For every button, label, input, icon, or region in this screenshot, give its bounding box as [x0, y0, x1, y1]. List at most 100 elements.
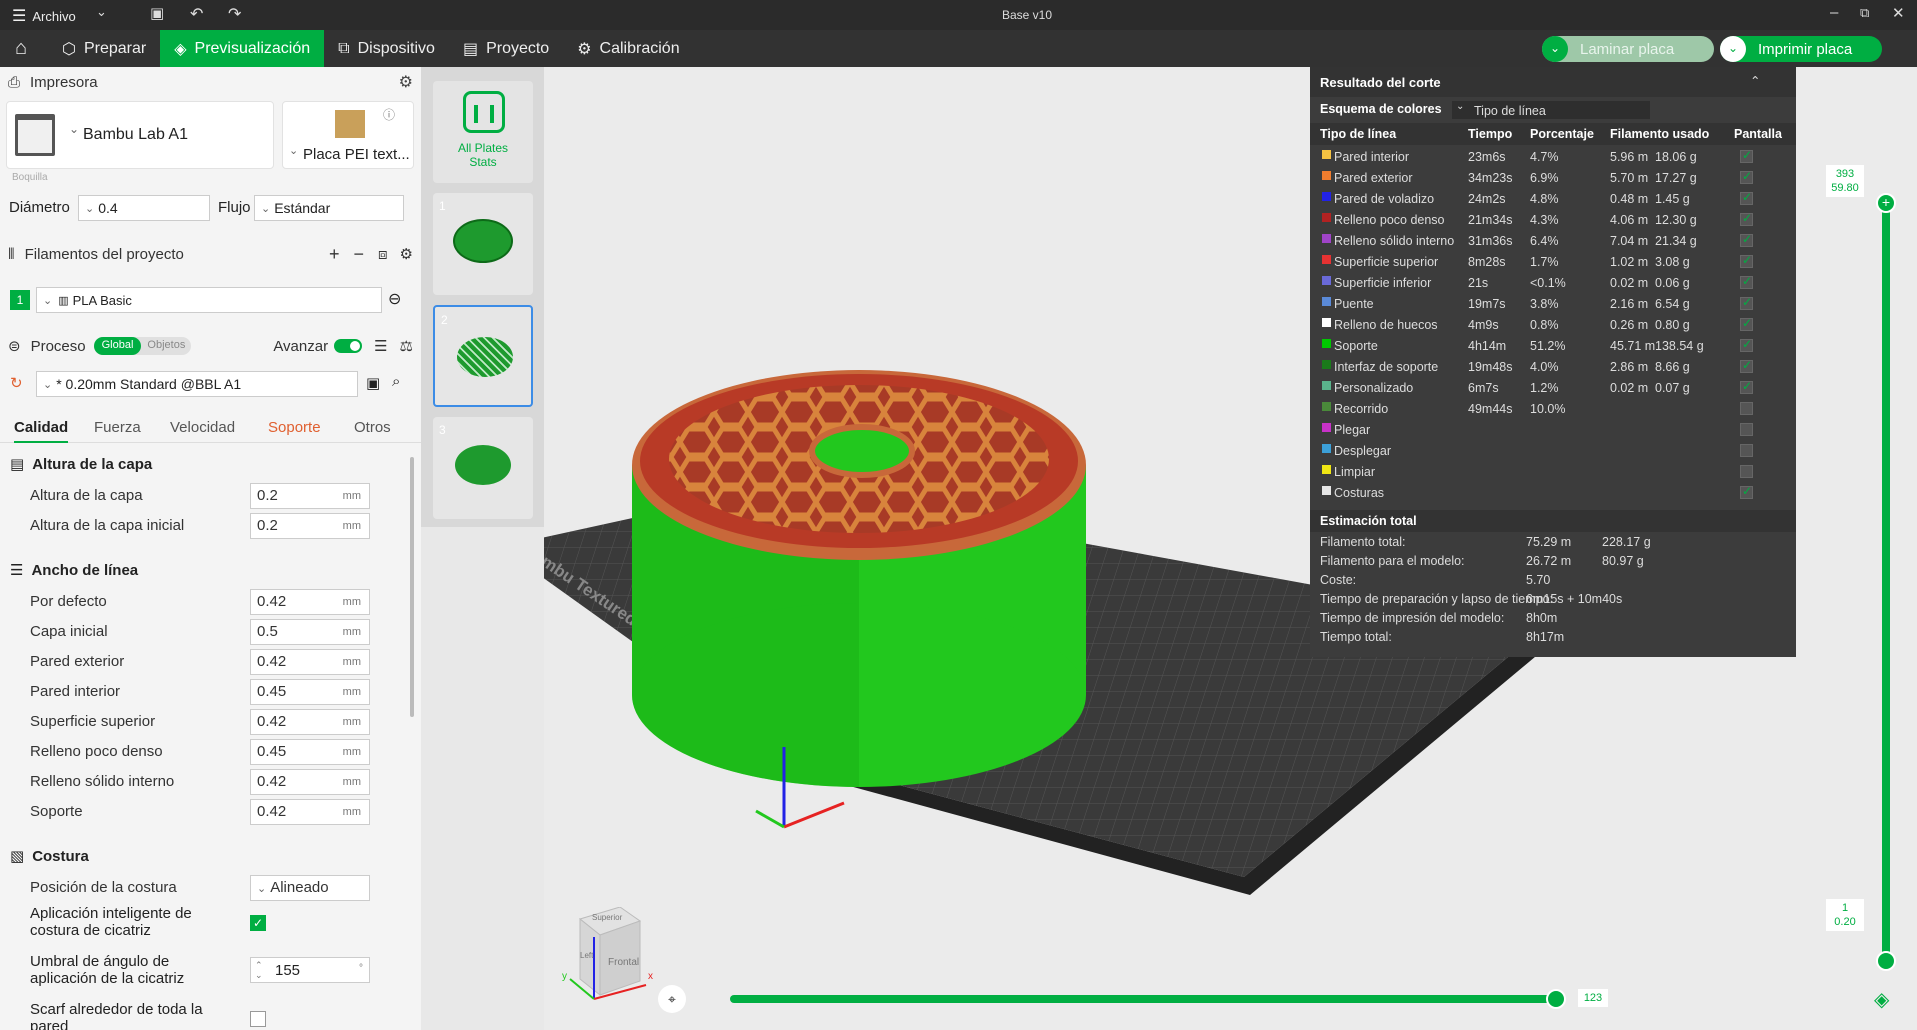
remove-filament-icon[interactable]: −	[353, 244, 364, 265]
tab-project[interactable]: ▤ Proyecto	[449, 30, 563, 67]
gear-icon[interactable]: ⚙	[399, 72, 413, 92]
display-checkbox[interactable]	[1740, 148, 1753, 163]
view-cube[interactable]: Superior Left Frontal y x	[560, 906, 660, 1007]
scarf-angle-input[interactable]: ⌃ ⌄ 155 °	[250, 957, 370, 983]
display-checkbox[interactable]	[1740, 190, 1753, 205]
save-profile-icon[interactable]: ▣	[366, 374, 380, 392]
checkbox-checked[interactable]: ✓	[250, 915, 266, 931]
file-menu[interactable]: ☰ Archivo	[12, 6, 76, 26]
display-checkbox[interactable]	[1740, 295, 1753, 310]
print-plate-button[interactable]: ⌄ Imprimir placa	[1720, 36, 1882, 62]
param-input[interactable]: 0.42 mm	[250, 649, 370, 675]
toggle-objects[interactable]: Objetos	[141, 337, 191, 355]
display-checkbox[interactable]	[1740, 253, 1753, 268]
gear-icon[interactable]: ⚙	[400, 245, 413, 263]
layers-toggle-icon[interactable]: ◈	[1874, 987, 1889, 1012]
plate-thumbnail-2[interactable]: 2	[433, 305, 533, 407]
seam-position-select[interactable]: ⌄ Alineado	[250, 875, 370, 901]
display-checkbox[interactable]	[1740, 402, 1753, 415]
printer-selector[interactable]: ⌄ Bambu Lab A1	[6, 101, 274, 169]
view-cube-top-label[interactable]: Superior	[592, 913, 622, 922]
display-checkbox[interactable]	[1740, 211, 1753, 226]
layer-slider-bottom-knob[interactable]	[1876, 951, 1896, 971]
save-icon[interactable]: ▣	[150, 4, 164, 22]
display-checkbox[interactable]	[1740, 337, 1753, 352]
view-cube-left-label[interactable]: Left	[580, 951, 593, 960]
toggle-global[interactable]: Global	[93, 337, 142, 355]
display-checkbox[interactable]	[1740, 169, 1753, 184]
tab-preview[interactable]: ◈ Previsualización	[160, 30, 325, 67]
display-checkbox[interactable]	[1740, 316, 1753, 331]
minimize-icon[interactable]: –	[1830, 4, 1838, 21]
chevron-down-icon[interactable]: ⌄	[96, 4, 107, 20]
display-checkbox[interactable]	[1740, 465, 1753, 478]
color-swatch	[1322, 276, 1331, 285]
display-checkbox[interactable]	[1740, 444, 1753, 457]
home-icon[interactable]: ⌂	[0, 37, 42, 60]
filament-select[interactable]: ⌄ ▥ PLA Basic	[36, 287, 382, 313]
line-type-name: Puente	[1334, 297, 1374, 311]
plate-thumbnail-1[interactable]: 1	[433, 193, 533, 295]
chevron-down-icon: ⌄	[85, 202, 95, 215]
param-input[interactable]: 0.42 mm	[250, 799, 370, 825]
fit-view-button[interactable]: ⌖	[658, 985, 686, 1013]
checkbox-unchecked[interactable]	[250, 1011, 266, 1027]
slice-plate-button[interactable]: ⌄ Laminar placa	[1542, 36, 1714, 62]
plate-thumbnail-3[interactable]: 3	[433, 417, 533, 519]
tab-support[interactable]: Soporte	[268, 419, 321, 436]
display-checkbox[interactable]	[1740, 379, 1753, 394]
filament-options-icon[interactable]: ⊖	[388, 289, 401, 309]
filament-row[interactable]: 1 ⌄ ▥ PLA Basic ⊖	[8, 287, 418, 313]
param-input[interactable]: 0.42 mm	[250, 589, 370, 615]
reset-icon[interactable]: ↻	[10, 374, 23, 392]
profile-select[interactable]: ⌄ * 0.20mm Standard @BBL A1	[36, 371, 358, 397]
slice-dropdown-icon[interactable]: ⌄	[1542, 36, 1568, 62]
global-objects-toggle[interactable]: Global Objetos	[93, 337, 192, 355]
plate-selector[interactable]: ⓘ ⌄ Placa PEI text...	[282, 101, 414, 169]
tab-quality[interactable]: Calidad	[14, 419, 69, 443]
search-icon[interactable]: ⌕	[392, 373, 400, 390]
redo-icon[interactable]: ↷	[228, 4, 241, 24]
tab-others[interactable]: Otros	[354, 419, 391, 436]
tab-prepare[interactable]: ⬡ Preparar	[48, 30, 160, 67]
diameter-select[interactable]: ⌄ 0.4	[78, 195, 210, 221]
info-icon[interactable]: ⓘ	[383, 106, 395, 123]
layer-slider[interactable]: +	[1876, 193, 1896, 971]
tab-strength[interactable]: Fuerza	[94, 419, 141, 436]
param-input[interactable]: 0.45 mm	[250, 739, 370, 765]
view-cube-front-label[interactable]: Frontal	[608, 957, 639, 968]
advance-switch[interactable]	[334, 339, 363, 353]
param-input[interactable]: 0.45 mm	[250, 679, 370, 705]
print-dropdown-icon[interactable]: ⌄	[1720, 36, 1746, 62]
tab-speed[interactable]: Velocidad	[170, 419, 235, 436]
color-scheme-select[interactable]: ⌄ Tipo de línea	[1452, 101, 1650, 119]
chevron-down-icon: ⌄	[261, 202, 271, 215]
param-input[interactable]: 0.5 mm	[250, 619, 370, 645]
display-checkbox[interactable]	[1740, 358, 1753, 373]
add-filament-icon[interactable]: +	[329, 244, 340, 265]
tab-device[interactable]: ⧉ Dispositivo	[324, 30, 449, 67]
param-input[interactable]: 0.42 mm	[250, 709, 370, 735]
display-checkbox[interactable]	[1740, 232, 1753, 247]
sync-filament-icon[interactable]: ⧈	[378, 246, 388, 263]
param-input[interactable]: 0.42 mm	[250, 769, 370, 795]
all-plates-stats-button[interactable]: All Plates Stats	[433, 81, 533, 183]
display-checkbox[interactable]	[1740, 423, 1753, 436]
restore-icon[interactable]: ⧉	[1860, 5, 1869, 21]
undo-icon[interactable]: ↶	[190, 4, 203, 24]
param-input[interactable]: 0.2 mm	[250, 483, 370, 509]
layer-slider-top-knob[interactable]: +	[1876, 193, 1896, 213]
compare-icon[interactable]: ⚖	[400, 337, 413, 355]
spinner-icon[interactable]: ⌃ ⌄	[255, 960, 263, 980]
move-slider-knob[interactable]	[1546, 989, 1566, 1009]
display-checkbox[interactable]	[1740, 274, 1753, 289]
flow-select[interactable]: ⌄ Estándar	[254, 195, 404, 221]
tab-calibration[interactable]: ⚙ Calibración	[563, 30, 693, 67]
collapse-icon[interactable]: ⌃	[1750, 73, 1760, 88]
param-input[interactable]: 0.2 mm	[250, 513, 370, 539]
display-checkbox[interactable]	[1740, 484, 1753, 499]
list-icon[interactable]: ☰	[374, 337, 387, 355]
move-slider[interactable]	[730, 989, 1566, 1009]
close-icon[interactable]: ✕	[1892, 4, 1905, 22]
scrollbar[interactable]	[410, 457, 414, 717]
